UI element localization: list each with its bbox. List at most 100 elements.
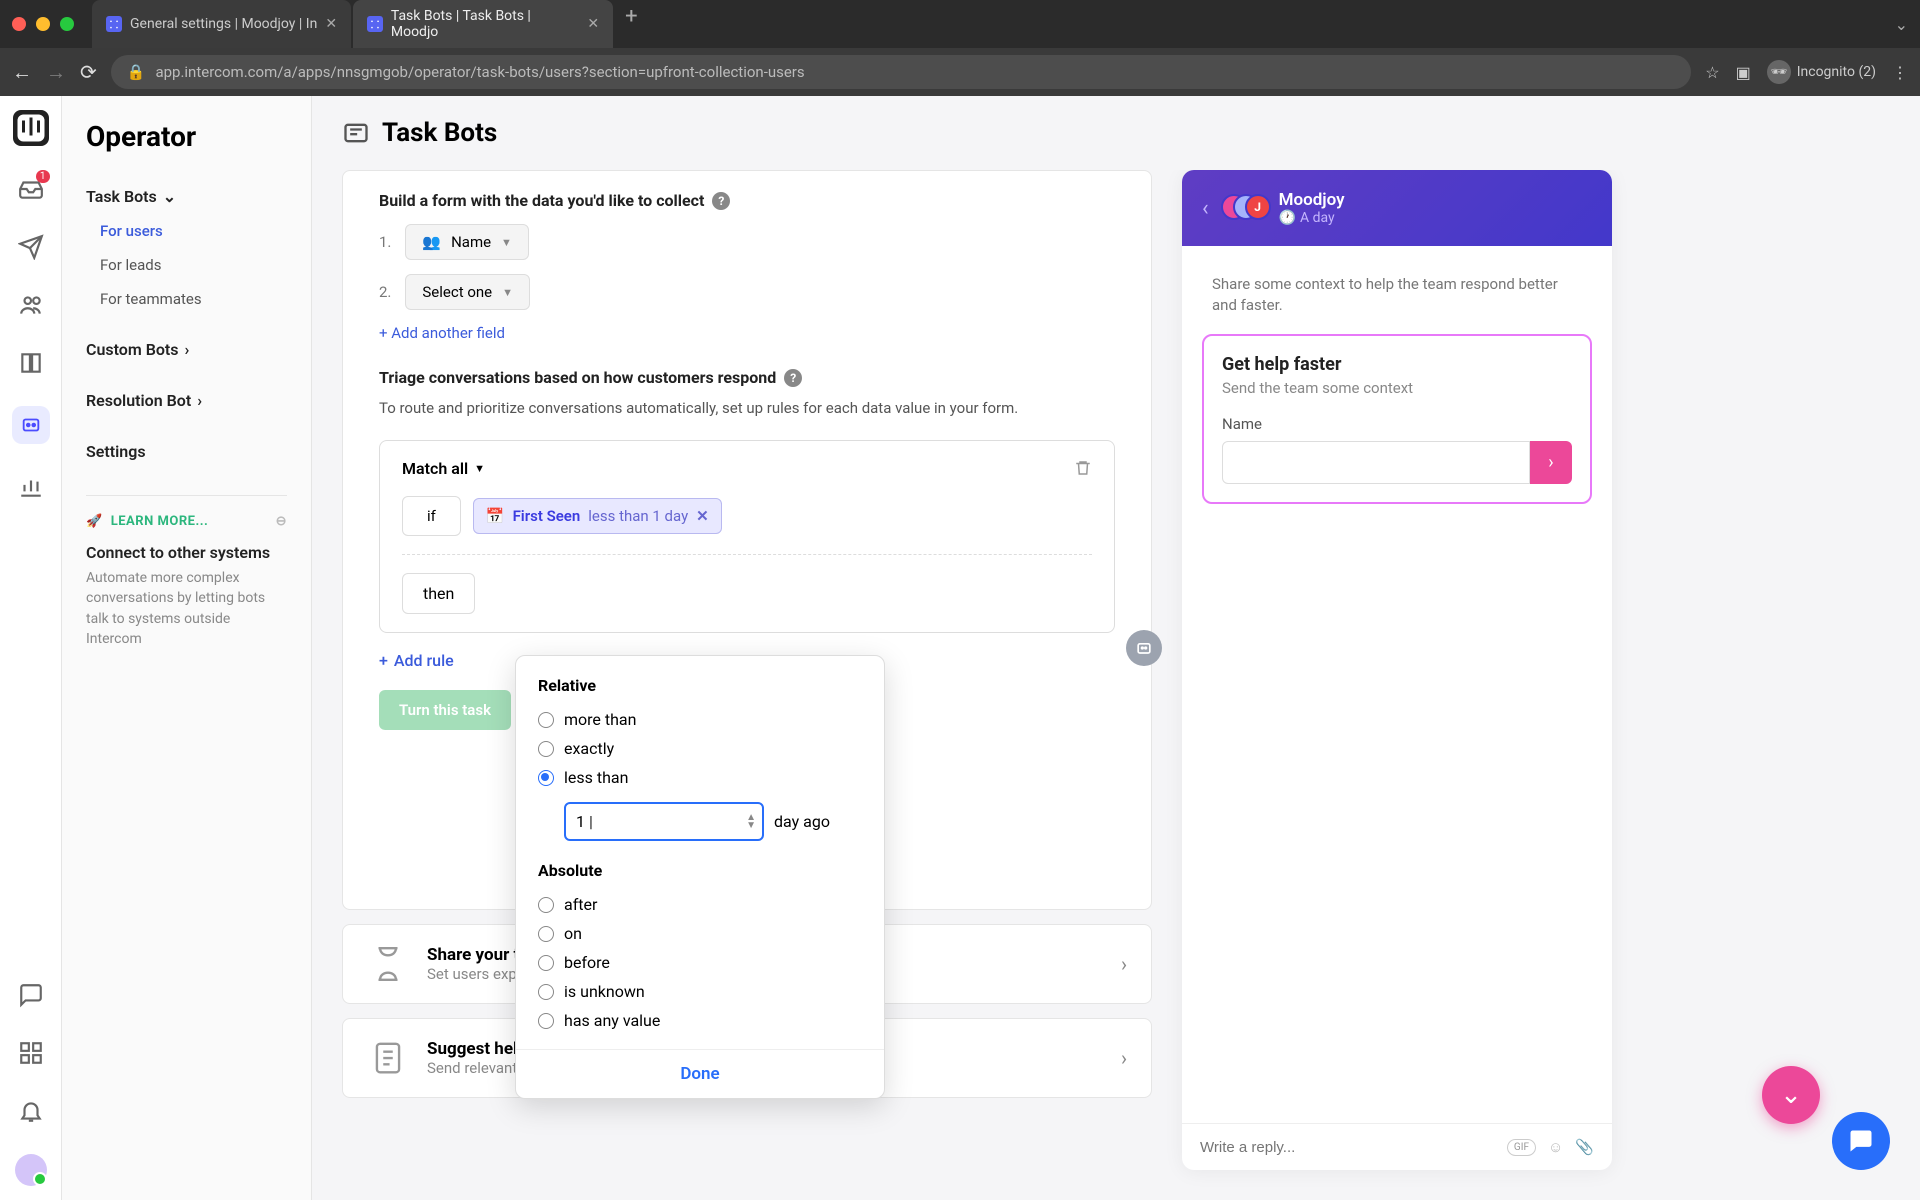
browser-tab-active[interactable]: ⸬ Task Bots | Task Bots | Moodjo ✕ (353, 0, 613, 48)
address-bar[interactable]: 🔒 app.intercom.com/a/apps/nnsgmgob/opera… (111, 55, 1691, 89)
operator-nav-active[interactable] (12, 406, 50, 444)
browser-tab-bar: ⸬ General settings | Moodjoy | In ✕ ⸬ Ta… (0, 0, 1920, 48)
chevron-down-icon: ▼ (502, 286, 513, 299)
form-section-title: Build a form with the data you'd like to… (379, 191, 1115, 210)
app-logo-icon[interactable] (13, 110, 49, 146)
reload-button[interactable]: ⟳ (80, 60, 97, 84)
reply-input[interactable] (1200, 1139, 1495, 1156)
favicon-icon: ⸬ (367, 16, 383, 32)
option-exactly[interactable]: exactly (538, 734, 862, 763)
option-label: exactly (564, 739, 614, 758)
preview-column: ‹ J Moodjoy 🕐 A day (1182, 170, 1612, 1170)
section-heading: Build a form with the data you'd like to… (379, 191, 704, 210)
match-dropdown[interactable]: Match all ▼ (402, 459, 485, 478)
input-value: 1 (576, 812, 585, 831)
option-on[interactable]: on (538, 919, 862, 948)
dismiss-icon[interactable]: ⊖ (276, 514, 287, 529)
incognito-indicator[interactable]: 🕶 Incognito (2) (1767, 60, 1876, 84)
done-button[interactable]: Done (680, 1064, 719, 1084)
hourglass-icon (367, 943, 409, 985)
nav-label: Settings (86, 442, 146, 461)
messages-nav-icon[interactable] (16, 980, 46, 1010)
outbound-nav-icon[interactable] (16, 232, 46, 262)
messenger-body: Share some context to help the team resp… (1182, 246, 1612, 1123)
back-icon[interactable]: ‹ (1202, 196, 1209, 221)
nav-label: Task Bots (86, 187, 157, 206)
extensions-icon[interactable]: ▣ (1736, 63, 1751, 82)
field-select-chip[interactable]: Select one ▼ (405, 274, 530, 310)
user-avatar[interactable] (15, 1154, 47, 1186)
context-hint: Share some context to help the team resp… (1202, 268, 1592, 334)
nav-label: Custom Bots (86, 340, 179, 359)
forward-button[interactable]: → (46, 60, 66, 85)
nav-for-leads[interactable]: For leads (86, 248, 287, 282)
day-number-input[interactable]: 1 | ▲▼ (564, 802, 764, 841)
group-absolute-label: Absolute (538, 861, 862, 880)
bot-toggle-icon[interactable] (1126, 630, 1162, 666)
scroll-down-fab[interactable]: ⌄ (1762, 1066, 1820, 1124)
option-less-than[interactable]: less than (538, 763, 862, 792)
tab-overflow-icon[interactable]: ⌄ (1895, 15, 1908, 34)
option-more-than[interactable]: more than (538, 705, 862, 734)
learn-more-section: 🚀 LEARN MORE... ⊖ (86, 495, 287, 529)
window-controls (12, 17, 74, 31)
learn-more-label[interactable]: LEARN MORE... (111, 514, 209, 529)
emoji-icon[interactable]: ☺ (1548, 1138, 1563, 1156)
nav-task-bots[interactable]: Task Bots ⌄ (86, 179, 287, 214)
field-name-chip[interactable]: 👥 Name ▼ (405, 224, 529, 260)
date-filter-popover: Relative more than exactly less than (515, 655, 885, 1099)
add-field-link[interactable]: + Add another field (379, 324, 1115, 342)
rocket-icon: 🚀 (86, 514, 103, 529)
triage-section-title: Triage conversations based on how custom… (379, 368, 1115, 387)
browser-menu-icon[interactable]: ⋮ (1892, 63, 1908, 82)
nav-custom-bots[interactable]: Custom Bots › (86, 332, 287, 367)
apps-nav-icon[interactable] (16, 1038, 46, 1068)
contacts-nav-icon[interactable] (16, 290, 46, 320)
close-window-icon[interactable] (12, 17, 26, 31)
option-label: more than (564, 710, 636, 729)
new-tab-button[interactable]: + (615, 0, 647, 48)
help-icon[interactable]: ? (784, 369, 802, 387)
bookmark-star-icon[interactable]: ☆ (1705, 63, 1719, 82)
trash-icon[interactable] (1074, 459, 1092, 477)
articles-nav-icon[interactable] (16, 348, 46, 378)
intercom-launcher[interactable] (1832, 1112, 1890, 1170)
attachment-icon[interactable]: 📎 (1575, 1138, 1594, 1156)
chip-label: Select one (422, 283, 492, 301)
option-any-value[interactable]: has any value (538, 1006, 862, 1035)
notifications-nav-icon[interactable] (16, 1096, 46, 1126)
messenger-header: ‹ J Moodjoy 🕐 A day (1182, 170, 1612, 246)
option-before[interactable]: before (538, 948, 862, 977)
spinner-icon[interactable]: ▲▼ (746, 814, 756, 830)
turn-on-button[interactable]: Turn this task (379, 690, 511, 730)
page-header: Task Bots (312, 96, 1920, 170)
nav-label: Resolution Bot (86, 391, 191, 410)
chevron-down-icon: ▼ (501, 236, 512, 249)
triage-desc: To route and prioritize conversations au… (379, 397, 1115, 420)
nav-for-users[interactable]: For users (86, 214, 287, 248)
browser-tab[interactable]: ⸬ General settings | Moodjoy | In ✕ (92, 0, 351, 48)
back-button[interactable]: ← (12, 60, 32, 85)
maximize-window-icon[interactable] (60, 17, 74, 31)
page-title: Task Bots (382, 118, 497, 148)
nav-for-teammates[interactable]: For teammates (86, 282, 287, 316)
nav-settings[interactable]: Settings (86, 434, 287, 469)
gif-icon[interactable]: GIF (1507, 1139, 1536, 1156)
option-label: less than (564, 768, 628, 787)
nav-resolution-bot[interactable]: Resolution Bot › (86, 383, 287, 418)
help-icon[interactable]: ? (712, 192, 730, 210)
close-tab-icon[interactable]: ✕ (325, 16, 337, 32)
incognito-icon: 🕶 (1767, 60, 1791, 84)
option-after[interactable]: after (538, 890, 862, 919)
close-tab-icon[interactable]: ✕ (587, 16, 599, 32)
name-input[interactable] (1222, 441, 1530, 484)
filter-pill[interactable]: 📅 First Seen less than 1 day ✕ (473, 498, 722, 534)
reports-nav-icon[interactable] (16, 472, 46, 502)
option-unknown[interactable]: is unknown (538, 977, 862, 1006)
lock-icon: 🔒 (127, 63, 146, 81)
inbox-nav-icon[interactable]: 1 (16, 174, 46, 204)
reply-composer: GIF ☺ 📎 (1182, 1123, 1612, 1170)
submit-arrow-button[interactable]: › (1530, 441, 1572, 484)
remove-filter-icon[interactable]: ✕ (696, 507, 709, 525)
minimize-window-icon[interactable] (36, 17, 50, 31)
